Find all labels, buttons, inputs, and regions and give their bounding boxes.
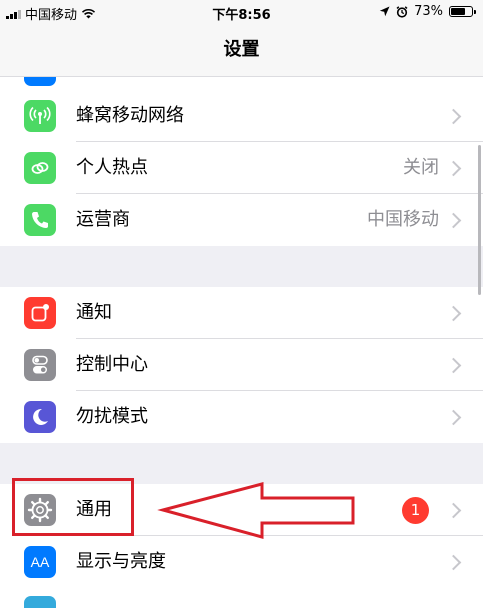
settings-row-partial[interactable]: [0, 588, 483, 608]
chevron-right-icon: [445, 108, 462, 125]
bluetooth-icon[interactable]: [24, 76, 56, 86]
row-value: 中国移动: [367, 209, 439, 230]
battery-icon: [449, 6, 476, 17]
page-title: 设置: [223, 39, 260, 60]
chevron-right-icon: [445, 502, 462, 519]
nav-bar: 设置: [0, 24, 483, 77]
settings-row-do-not-disturb[interactable]: 勿扰模式: [0, 391, 483, 443]
settings-group-network: 蜂窝移动网络 个人热点 关闭 运营商 中国移动: [0, 90, 483, 246]
settings-row-display[interactable]: AA 显示与亮度: [0, 536, 483, 588]
text-size-icon: AA: [24, 546, 56, 578]
settings-row-control-center[interactable]: 控制中心: [0, 339, 483, 391]
chevron-right-icon: [445, 212, 462, 229]
toggle-switches-icon: [24, 349, 56, 381]
divider: [0, 76, 483, 77]
settings-row-cellular[interactable]: 蜂窝移动网络: [0, 90, 483, 142]
settings-row-notifications[interactable]: 通知: [0, 287, 483, 339]
chevron-right-icon: [445, 160, 462, 177]
row-label: 个人热点: [76, 157, 148, 178]
hotspot-link-icon: [24, 152, 56, 184]
status-right: 73%: [379, 4, 476, 19]
chevron-right-icon: [445, 554, 462, 571]
settings-group-system: 通知 控制中心 勿扰模式: [0, 287, 483, 443]
battery-percent: 73%: [414, 4, 443, 19]
row-label: 通知: [76, 302, 112, 323]
icon-text: AA: [30, 554, 50, 570]
chevron-right-icon: [445, 409, 462, 426]
row-value: 关闭: [403, 157, 439, 178]
row-label: 蜂窝移动网络: [76, 105, 184, 126]
scrollbar[interactable]: [478, 145, 481, 295]
settings-row-hotspot[interactable]: 个人热点 关闭: [0, 142, 483, 194]
highlight-box: [12, 478, 134, 536]
row-label: 运营商: [76, 209, 130, 230]
notifications-icon: [24, 297, 56, 329]
row-label: 勿扰模式: [76, 406, 148, 427]
chevron-right-icon: [445, 357, 462, 374]
wallpaper-icon: [24, 596, 56, 608]
moon-icon: [24, 401, 56, 433]
alarm-icon: [396, 5, 408, 18]
phone-icon: [24, 204, 56, 236]
notification-badge: 1: [402, 497, 429, 524]
row-label: 控制中心: [76, 354, 148, 375]
cellular-antenna-icon: [24, 100, 56, 132]
location-arrow-icon: [379, 6, 390, 17]
settings-row-carrier[interactable]: 运营商 中国移动: [0, 194, 483, 246]
row-label: 显示与亮度: [76, 551, 166, 572]
chevron-right-icon: [445, 305, 462, 322]
status-bar: 中国移动 下午8:56 73%: [0, 0, 483, 24]
